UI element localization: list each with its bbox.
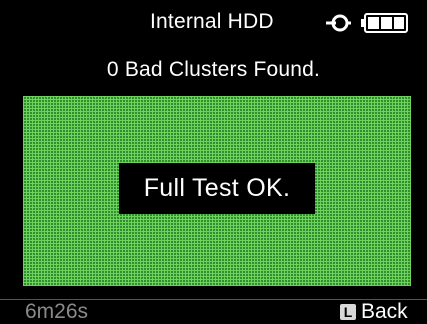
result-message: Full Test OK. <box>143 174 291 202</box>
page-title: Internal HDD <box>150 10 274 33</box>
elapsed-time: 6m26s <box>25 300 89 323</box>
battery-full-icon <box>361 13 408 33</box>
back-button[interactable]: L Back <box>340 300 408 324</box>
result-dialog: Full Test OK. <box>119 163 315 214</box>
back-label: Back <box>361 300 408 323</box>
l-key-icon: L <box>340 304 356 320</box>
power-plug-icon <box>326 14 351 32</box>
title-bar: Internal HDD <box>0 0 427 44</box>
bad-cluster-summary: 0 Bad Clusters Found. <box>106 58 321 81</box>
